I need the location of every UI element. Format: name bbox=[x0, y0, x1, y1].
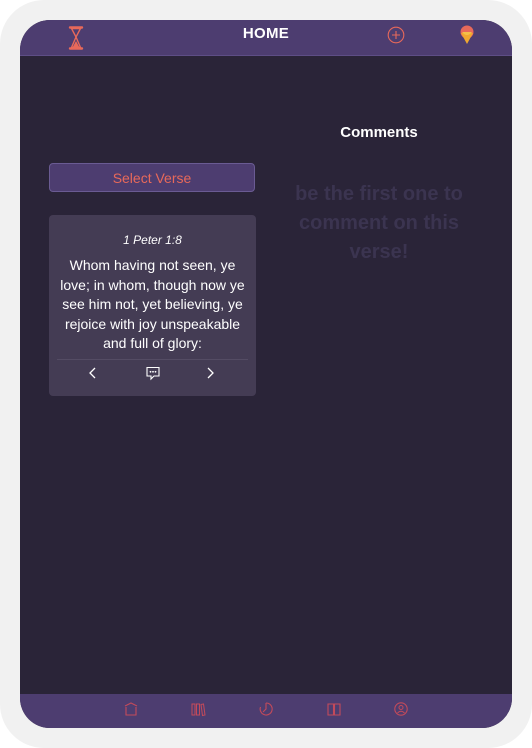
library-icon[interactable] bbox=[190, 701, 206, 717]
app-screen: HOME Select Verse 1 Peter 1:8 Whom havin… bbox=[20, 20, 512, 728]
home-icon[interactable] bbox=[123, 701, 139, 717]
bottom-nav bbox=[20, 694, 512, 728]
comments-empty-message: be the first one to comment on this vers… bbox=[295, 183, 463, 263]
book-icon[interactable] bbox=[326, 701, 342, 717]
device-frame: HOME Select Verse 1 Peter 1:8 Whom havin… bbox=[0, 0, 532, 748]
profile-icon[interactable] bbox=[393, 701, 409, 717]
chevron-right-icon[interactable] bbox=[203, 365, 217, 381]
add-circle-icon[interactable] bbox=[387, 26, 405, 44]
verse-reference: 1 Peter 1:8 bbox=[123, 233, 182, 247]
balloon-icon[interactable] bbox=[459, 25, 475, 45]
verse-text: Whom having not seen, ye love; in whom, … bbox=[60, 257, 245, 351]
timer-icon[interactable] bbox=[258, 701, 274, 717]
chevron-left-icon[interactable] bbox=[86, 365, 100, 381]
verse-card: 1 Peter 1:8 Whom having not seen, ye lov… bbox=[49, 215, 256, 396]
select-verse-button[interactable]: Select Verse bbox=[49, 163, 255, 192]
top-bar: HOME bbox=[20, 20, 512, 56]
card-divider bbox=[57, 359, 248, 360]
comment-icon[interactable] bbox=[145, 365, 161, 381]
comments-title: Comments bbox=[340, 124, 418, 141]
page-title: HOME bbox=[242, 25, 290, 42]
